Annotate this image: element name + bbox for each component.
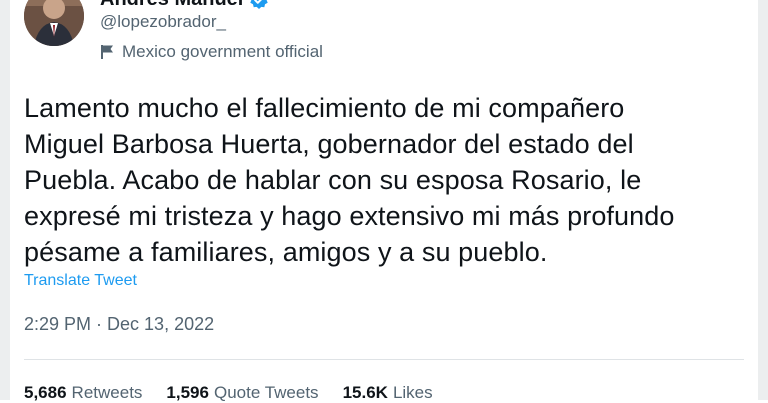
likes-count: 15.6K [342, 383, 388, 402]
retweets-stat[interactable]: 5,686 Retweets [24, 383, 142, 403]
frame-edge-left [0, 0, 10, 400]
engagement-stats: 5,686 Retweets 1,596 Quote Tweets 15.6K … [24, 383, 433, 403]
avatar-image [24, 0, 84, 46]
tweet-line: Puebla. Acabo de hablar con su esposa Ro… [24, 165, 642, 195]
government-label-text: Mexico government official [122, 42, 323, 61]
retweets-label: Retweets [71, 383, 143, 402]
flag-icon [100, 44, 114, 60]
likes-label: Likes [392, 383, 433, 402]
display-name-text: Andrés Manuel [100, 0, 243, 11]
frame-edge-right [758, 0, 768, 400]
author-display-name[interactable]: Andrés Manuel [100, 0, 269, 11]
tweet-timestamp[interactable]: 2:29 PM · Dec 13, 2022 [24, 314, 214, 335]
avatar[interactable] [24, 0, 84, 46]
likes-stat[interactable]: 15.6K Likes [343, 383, 433, 403]
quote-tweets-count: 1,596 [166, 383, 209, 402]
government-label: Mexico government official [100, 42, 323, 62]
translate-tweet-link[interactable]: Translate Tweet [24, 272, 137, 290]
quote-tweets-label: Quote Tweets [213, 383, 319, 402]
tweet-line: expresé mi tristeza y hago extensivo mi … [24, 201, 675, 231]
retweets-count: 5,686 [24, 383, 67, 402]
tweet-line: Lamento mucho el fallecimiento de mi com… [24, 93, 625, 123]
tweet-text: Lamento mucho el fallecimiento de mi com… [24, 90, 744, 270]
quote-tweets-stat[interactable]: 1,596 Quote Tweets [166, 383, 318, 403]
verified-badge-icon [249, 0, 269, 10]
tweet-line: Miguel Barbosa Huerta, gobernador del es… [24, 129, 634, 159]
tweet-line: pésame a familiares, amigos y a su puebl… [24, 237, 548, 267]
divider [24, 359, 744, 360]
author-handle[interactable]: @lopezobrador_ [100, 12, 226, 32]
